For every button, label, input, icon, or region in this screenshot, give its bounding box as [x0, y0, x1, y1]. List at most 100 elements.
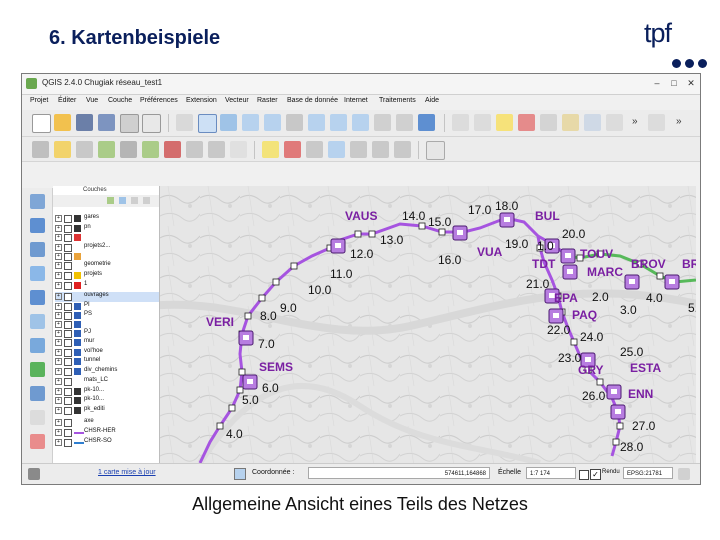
- toggle-editing-icon[interactable]: [54, 141, 71, 158]
- expand-toggle-icon[interactable]: +: [55, 303, 62, 310]
- expand-toggle-icon[interactable]: +: [55, 234, 62, 241]
- new-project-icon[interactable]: [32, 114, 51, 133]
- coordinate-toggle-icon[interactable]: [234, 468, 246, 480]
- add-wfs-icon[interactable]: [30, 338, 45, 353]
- menu-editer[interactable]: Éditer: [58, 97, 76, 104]
- expand-toggle-icon[interactable]: +: [55, 225, 62, 232]
- maximize-button[interactable]: □: [667, 77, 681, 90]
- close-button[interactable]: ✕: [684, 77, 698, 90]
- menu-vue[interactable]: Vue: [86, 97, 98, 104]
- zoom-out-icon[interactable]: [264, 114, 281, 131]
- layer-visibility-checkbox[interactable]: [64, 312, 72, 320]
- menu-preferences[interactable]: Préférences: [140, 97, 178, 104]
- zoom-layer-icon[interactable]: [352, 114, 369, 131]
- render-checkbox[interactable]: ✓: [590, 469, 601, 480]
- measure-icon[interactable]: [606, 114, 623, 131]
- menu-extension[interactable]: Extension: [186, 97, 217, 104]
- hand-pan-icon[interactable]: [198, 114, 217, 133]
- add-feature-icon[interactable]: [98, 141, 115, 158]
- select-expression-icon[interactable]: [540, 114, 557, 131]
- composer-manager-icon[interactable]: [142, 114, 161, 133]
- zoom-last-icon[interactable]: [374, 114, 391, 131]
- layer-visibility-checkbox[interactable]: [64, 330, 72, 338]
- identify-icon[interactable]: [452, 114, 469, 131]
- manage-visibility-icon[interactable]: [119, 197, 126, 204]
- expand-toggle-icon[interactable]: +: [55, 429, 62, 436]
- layer-item[interactable]: +: [55, 233, 159, 243]
- move-feature-icon[interactable]: [120, 141, 137, 158]
- delete-selected-icon[interactable]: [164, 141, 181, 158]
- expand-toggle-icon[interactable]: +: [55, 397, 62, 404]
- expand-toggle-icon[interactable]: +: [55, 419, 62, 426]
- zoom-in-icon[interactable]: [242, 114, 259, 131]
- expand-toggle-icon[interactable]: +: [55, 272, 62, 279]
- layer-visibility-checkbox[interactable]: [64, 378, 72, 386]
- collapse-all-icon[interactable]: [143, 197, 150, 204]
- refresh-icon[interactable]: [418, 114, 435, 131]
- field-calculator-icon[interactable]: [584, 114, 601, 131]
- layer-item[interactable]: + CHSR-HER: [55, 428, 159, 438]
- menu-base-de-donnee[interactable]: Base de donnée: [287, 97, 338, 104]
- status-message[interactable]: 1 carte mise à jour: [98, 469, 156, 476]
- layer-item[interactable]: + ouvrages: [55, 292, 159, 302]
- rotate-label-icon[interactable]: [350, 141, 367, 158]
- layer-visibility-checkbox[interactable]: [64, 321, 72, 329]
- zoom-actual-size-icon[interactable]: [286, 114, 303, 131]
- layer-item[interactable]: + projets: [55, 271, 159, 281]
- expand-toggle-icon[interactable]: +: [55, 262, 62, 269]
- zoom-full-icon[interactable]: [308, 114, 325, 131]
- layer-visibility-checkbox[interactable]: [64, 244, 72, 252]
- layer-visibility-checkbox[interactable]: [64, 358, 72, 366]
- add-wms-icon[interactable]: [30, 290, 45, 305]
- label-icon[interactable]: [262, 141, 279, 158]
- csw-icon[interactable]: [426, 141, 445, 160]
- zoom-selection-icon[interactable]: [330, 114, 347, 131]
- add-wcs-icon[interactable]: [30, 314, 45, 329]
- log-messages-icon[interactable]: [678, 468, 690, 480]
- expand-toggle-icon[interactable]: +: [55, 388, 62, 395]
- crs-button[interactable]: EPSG:21781: [623, 467, 673, 479]
- new-shapefile-icon[interactable]: [30, 410, 45, 425]
- filter-legend-icon[interactable]: [131, 197, 138, 204]
- edits-icon[interactable]: [32, 141, 49, 158]
- add-group-icon[interactable]: [107, 197, 114, 204]
- expand-toggle-icon[interactable]: +: [55, 358, 62, 365]
- layer-item[interactable]: + pk_editi: [55, 406, 159, 416]
- save-edits-icon[interactable]: [76, 141, 93, 158]
- expand-toggle-icon[interactable]: +: [55, 244, 62, 251]
- cut-features-icon[interactable]: [186, 141, 203, 158]
- node-tool-icon[interactable]: [142, 141, 159, 158]
- layer-visibility-checkbox[interactable]: [64, 419, 72, 427]
- expand-toggle-icon[interactable]: +: [55, 282, 62, 289]
- expand-toggle-icon[interactable]: +: [55, 439, 62, 446]
- help-icon[interactable]: [648, 114, 665, 131]
- expand-toggle-icon[interactable]: +: [55, 368, 62, 375]
- layer-visibility-checkbox[interactable]: [64, 407, 72, 415]
- layer-visibility-checkbox[interactable]: [64, 397, 72, 405]
- layer-item[interactable]: + geometrie: [55, 261, 159, 271]
- layer-visibility-checkbox[interactable]: [64, 253, 72, 261]
- layer-visibility-checkbox[interactable]: [64, 225, 72, 233]
- layer-item[interactable]: + tunnel: [55, 357, 159, 367]
- menu-projet[interactable]: Projet: [30, 97, 48, 104]
- print-composer-icon[interactable]: [120, 114, 139, 133]
- pan-to-selection-icon[interactable]: [220, 114, 237, 131]
- run-action-icon[interactable]: [474, 114, 491, 131]
- paste-features-icon[interactable]: [230, 141, 247, 158]
- add-raster-layer-icon[interactable]: [30, 218, 45, 233]
- expand-toggle-icon[interactable]: +: [55, 293, 62, 300]
- open-project-icon[interactable]: [54, 114, 71, 131]
- messages-icon[interactable]: [28, 468, 40, 480]
- map-canvas[interactable]: VAUS BUL VUA TDT TOUV MARC BROV BROI EPA PAQ VERI S…: [160, 186, 696, 463]
- menu-vecteur[interactable]: Vecteur: [225, 97, 249, 104]
- map-svg[interactable]: VAUS BUL VUA TDT TOUV MARC BROV BROI EPA PAQ VERI S…: [160, 186, 696, 463]
- layer-visibility-checkbox[interactable]: [64, 429, 72, 437]
- select-features-icon[interactable]: [496, 114, 513, 131]
- deselect-icon[interactable]: [518, 114, 535, 131]
- add-postgis-icon[interactable]: [30, 242, 45, 257]
- expand-toggle-icon[interactable]: +: [55, 378, 62, 385]
- layer-visibility-checkbox[interactable]: [64, 368, 72, 376]
- layer-visibility-checkbox[interactable]: [64, 234, 72, 242]
- expand-toggle-icon[interactable]: +: [55, 330, 62, 337]
- minimize-button[interactable]: –: [650, 77, 664, 90]
